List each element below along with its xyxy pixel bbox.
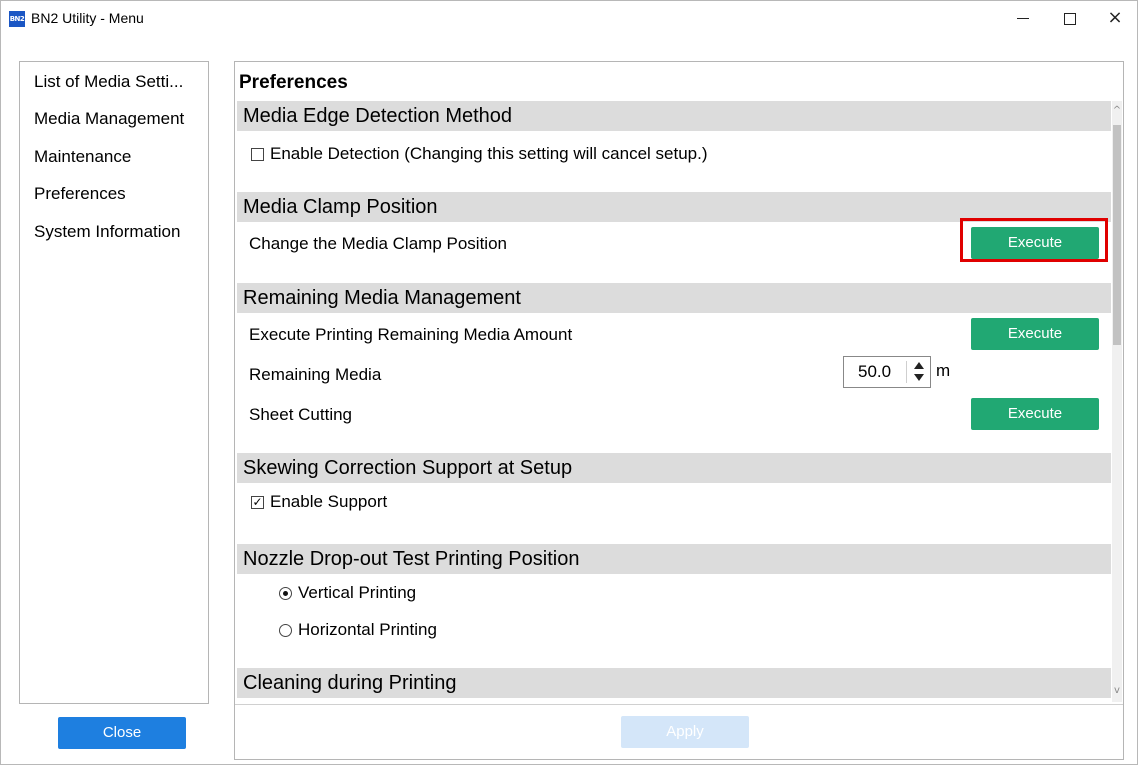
- remaining-media-value[interactable]: 50.0: [858, 362, 891, 382]
- horizontal-printing-radio[interactable]: [279, 624, 292, 637]
- remaining-media-label: Remaining Media: [249, 365, 382, 384]
- decrement-arrow-icon[interactable]: [914, 374, 924, 381]
- scrollbar-thumb[interactable]: [1113, 125, 1121, 345]
- window-title: BN2 Utility - Menu: [31, 10, 144, 26]
- sheet-cutting-execute-button[interactable]: Execute: [971, 398, 1099, 430]
- maximize-button[interactable]: [1046, 1, 1092, 35]
- checkmark-icon: ✓: [252, 495, 263, 509]
- section-header-nozzle-dropout-test: Nozzle Drop-out Test Printing Position: [237, 544, 1111, 574]
- section-header-cleaning-during-printing: Cleaning during Printing: [237, 668, 1111, 698]
- sidebar: List of Media Setti... Media Management …: [19, 61, 209, 704]
- title-bar[interactable]: BN2 BN2 Utility - Menu ×: [1, 1, 1137, 35]
- footer-divider: [235, 704, 1123, 705]
- close-icon: ×: [1107, 7, 1123, 28]
- remaining-media-stepper[interactable]: 50.0: [843, 356, 931, 388]
- horizontal-printing-label: Horizontal Printing: [298, 620, 437, 639]
- sidebar-item-list-of-media-settings[interactable]: List of Media Setti...: [34, 72, 183, 92]
- minimize-icon: [1017, 18, 1029, 19]
- maximize-icon: [1064, 13, 1076, 25]
- enable-support-label: Enable Support: [270, 492, 388, 511]
- section-header-remaining-media-management: Remaining Media Management: [237, 283, 1111, 313]
- section-header-media-edge-detection: Media Edge Detection Method: [237, 101, 1111, 131]
- vertical-printing-label: Vertical Printing: [298, 583, 417, 602]
- sidebar-item-system-information[interactable]: System Information: [34, 222, 180, 242]
- app-window: BN2 BN2 Utility - Menu × List of Media S…: [0, 0, 1138, 765]
- vertical-printing-radio[interactable]: [279, 587, 292, 600]
- sheet-cutting-label: Sheet Cutting: [249, 405, 353, 424]
- enable-support-checkbox[interactable]: ✓: [251, 496, 264, 509]
- app-icon: BN2: [9, 11, 25, 27]
- apply-button: Apply: [621, 716, 749, 748]
- preferences-panel: Preferences Media Edge Detection Method …: [234, 61, 1124, 760]
- scroll-down-arrow-icon[interactable]: v: [1112, 685, 1122, 696]
- section-header-skewing-correction: Skewing Correction Support at Setup: [237, 453, 1111, 483]
- sidebar-item-preferences[interactable]: Preferences: [34, 184, 126, 204]
- scroll-up-arrow-icon[interactable]: ^: [1112, 105, 1122, 116]
- remaining-media-unit: m: [936, 361, 951, 380]
- highlight-box: [960, 218, 1108, 262]
- execute-printing-remaining-label: Execute Printing Remaining Media Amount: [249, 325, 573, 344]
- minimize-button[interactable]: [1000, 1, 1046, 35]
- close-button[interactable]: Close: [58, 717, 186, 749]
- execute-printing-remaining-button[interactable]: Execute: [971, 318, 1099, 350]
- enable-detection-label: Enable Detection (Changing this setting …: [270, 144, 708, 163]
- vertical-scrollbar[interactable]: ^ v: [1112, 101, 1122, 702]
- change-clamp-position-label: Change the Media Clamp Position: [249, 234, 507, 253]
- preferences-scroll-area[interactable]: Media Edge Detection Method Enable Detec…: [237, 101, 1111, 702]
- increment-arrow-icon[interactable]: [914, 362, 924, 369]
- stepper-divider: [906, 361, 907, 383]
- enable-detection-checkbox[interactable]: [251, 148, 264, 161]
- page-title: Preferences: [239, 72, 348, 93]
- radio-selected-icon: [283, 591, 288, 596]
- sidebar-item-media-management[interactable]: Media Management: [34, 109, 184, 129]
- window-close-button[interactable]: ×: [1092, 1, 1138, 35]
- sidebar-item-maintenance[interactable]: Maintenance: [34, 147, 131, 167]
